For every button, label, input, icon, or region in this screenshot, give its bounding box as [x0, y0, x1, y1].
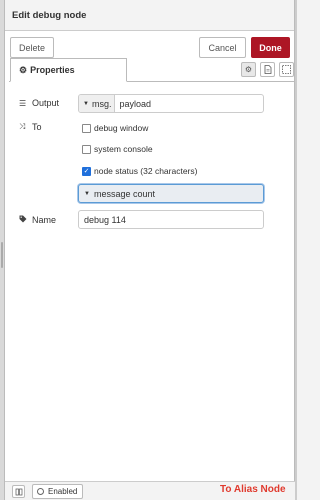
tab-settings-gear-icon[interactable]: ⚙ [241, 62, 256, 77]
enabled-toggle[interactable]: Enabled [32, 484, 83, 499]
option-debug-window[interactable]: debug window [82, 123, 148, 133]
to-label: To [32, 122, 42, 132]
resize-handle[interactable] [1, 242, 3, 268]
list-icon: ☰ [19, 98, 27, 108]
name-label: Name [32, 215, 57, 225]
output-typed-input[interactable]: ▼ msg. payload [78, 94, 264, 113]
dialog-toolbar: Delete Cancel Done [5, 31, 294, 60]
tag-icon [19, 215, 30, 225]
system-console-label: system console [94, 144, 153, 154]
option-node-status[interactable]: ✓ node status (32 characters) [82, 166, 197, 176]
system-console-checkbox[interactable] [82, 144, 91, 154]
tab-appearance-frame-icon[interactable] [279, 62, 294, 77]
output-type-selector[interactable]: ▼ msg. [79, 95, 116, 112]
circle-icon [37, 488, 44, 495]
dialog-title: Edit debug node [12, 9, 87, 21]
output-label: Output [32, 98, 60, 108]
gear-icon: ⚙ [19, 64, 28, 75]
tab-description-document-icon[interactable] [260, 62, 275, 77]
debug-window-checkbox[interactable] [82, 123, 91, 133]
status-type-value: message count [93, 188, 155, 199]
output-label-row: ☰ Output [19, 98, 59, 108]
output-type-label: msg. [91, 98, 112, 109]
caret-down-icon: ▼ [83, 100, 89, 107]
node-status-label: node status (32 characters) [94, 166, 198, 176]
caret-down-icon: ▼ [84, 190, 90, 197]
right-scroll-edge [295, 0, 297, 500]
alias-annotation: To Alias Node [220, 484, 286, 495]
tabs-bar: ⚙ Properties ⚙ [9, 58, 294, 82]
enabled-label: Enabled [48, 487, 78, 496]
option-system-console[interactable]: system console [82, 144, 153, 154]
done-button[interactable]: Done [251, 37, 290, 58]
tab-properties[interactable]: ⚙ Properties [10, 58, 127, 82]
debug-window-label: debug window [94, 123, 149, 133]
tab-properties-label: Properties [30, 65, 75, 75]
cancel-button[interactable]: Cancel [199, 37, 246, 58]
node-status-checkbox[interactable]: ✓ [82, 166, 91, 176]
book-icon[interactable] [12, 485, 25, 498]
dialog-header: Edit debug node [5, 0, 294, 31]
output-value[interactable]: payload [115, 99, 151, 109]
shuffle-icon: ⤨ [19, 122, 26, 131]
name-input[interactable]: debug 114 [78, 210, 264, 229]
name-label-row: Name [19, 215, 56, 225]
edit-dialog: Edit debug node Delete Cancel Done ⚙ Pro… [4, 0, 296, 500]
status-type-select[interactable]: ▼ message count [78, 184, 264, 203]
to-label-row: ⤨ To [19, 122, 42, 132]
delete-button[interactable]: Delete [10, 37, 54, 58]
